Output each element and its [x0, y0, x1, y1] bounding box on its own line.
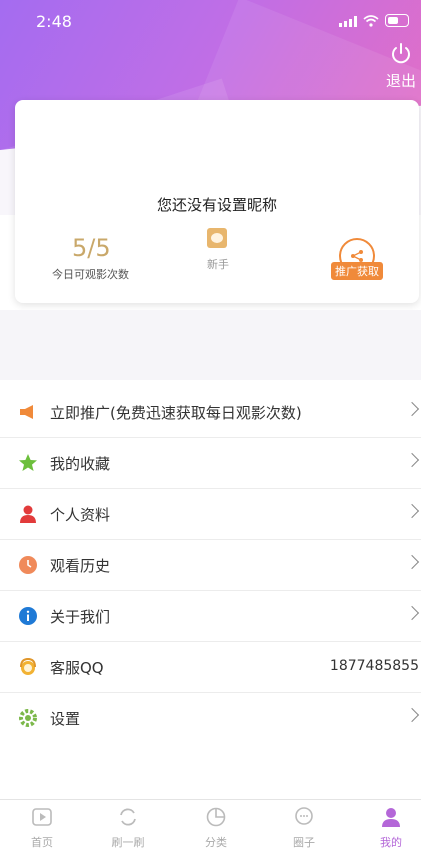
tab-mine[interactable]: 我的: [361, 806, 421, 850]
views-count: 5/5: [72, 234, 111, 262]
info-icon: [18, 606, 38, 626]
tab-shuffle[interactable]: 刷一刷: [98, 806, 158, 850]
menu-label: 客服QQ: [50, 659, 104, 677]
tab-label: 圈子: [293, 836, 315, 849]
tab-label: 分类: [205, 836, 227, 849]
chevron-right-icon: [404, 452, 420, 468]
tab-label: 我的: [380, 836, 402, 849]
signal-icon: [339, 15, 357, 27]
chevron-right-icon: [404, 503, 420, 519]
person-icon: [18, 504, 38, 524]
menu-item-favorites[interactable]: 我的收藏: [0, 438, 421, 489]
gear-icon: [18, 708, 38, 728]
battery-icon: [385, 14, 409, 27]
promo-label: 推广获取: [331, 262, 383, 280]
megaphone-icon: [18, 402, 38, 422]
menu-item-history[interactable]: 观看历史: [0, 540, 421, 591]
status-time: 2:48: [36, 12, 72, 31]
chevron-right-icon: [404, 707, 420, 723]
status-icons: [339, 14, 409, 27]
chat-icon: [295, 807, 313, 825]
menu-list: 立即推广(免费迅速获取每日观影次数) 我的收藏 个人资料 观看历史 关于我们 客: [0, 387, 421, 743]
tab-circle[interactable]: 圈子: [274, 806, 334, 850]
bottom-tab-bar: 首页 刷一刷 分类 圈子 我的: [0, 799, 421, 852]
tab-label: 刷一刷: [111, 836, 145, 849]
menu-item-profile[interactable]: 个人资料: [0, 489, 421, 540]
menu-label: 立即推广(免费迅速获取每日观影次数): [50, 404, 302, 422]
nickname-text[interactable]: 您还没有设置昵称: [15, 194, 419, 215]
play-icon: [32, 808, 52, 826]
menu-label: 个人资料: [50, 506, 111, 524]
menu-item-support[interactable]: 客服QQ 1877485855: [0, 642, 421, 693]
section-spacer: [0, 310, 421, 380]
chevron-right-icon: [404, 554, 420, 570]
menu-label: 我的收藏: [50, 455, 111, 473]
menu-item-about[interactable]: 关于我们: [0, 591, 421, 642]
wifi-icon: [363, 14, 379, 27]
tab-label: 首页: [31, 836, 53, 849]
views-label: 今日可观影次数: [52, 268, 129, 281]
clock-icon: [18, 555, 38, 575]
menu-item-settings[interactable]: 设置: [0, 693, 421, 743]
support-icon: [18, 657, 38, 677]
user-icon: [382, 808, 400, 827]
profile-card: 您还没有设置昵称 5/5 今日可观影次数 新手 推广获取: [15, 100, 419, 303]
power-icon: [392, 43, 410, 64]
star-icon: [18, 453, 38, 473]
menu-label: 设置: [50, 710, 81, 728]
chevron-right-icon: [404, 401, 420, 417]
refresh-icon: [120, 808, 136, 826]
tab-categories[interactable]: 分类: [186, 806, 246, 850]
pie-icon: [206, 807, 226, 827]
logout-label: 退出: [385, 72, 416, 90]
logout-button[interactable]: 退出: [383, 42, 419, 91]
support-qq-number: 1877485855: [329, 658, 419, 674]
rank-label: 新手: [207, 258, 229, 271]
menu-item-promote[interactable]: 立即推广(免费迅速获取每日观影次数): [0, 387, 421, 438]
rank-avatar-icon: [207, 228, 227, 248]
chevron-right-icon: [404, 605, 420, 621]
promo-button[interactable]: 推广获取: [331, 238, 383, 280]
tab-home[interactable]: 首页: [12, 806, 72, 850]
menu-label: 观看历史: [50, 557, 111, 575]
menu-label: 关于我们: [50, 608, 111, 626]
